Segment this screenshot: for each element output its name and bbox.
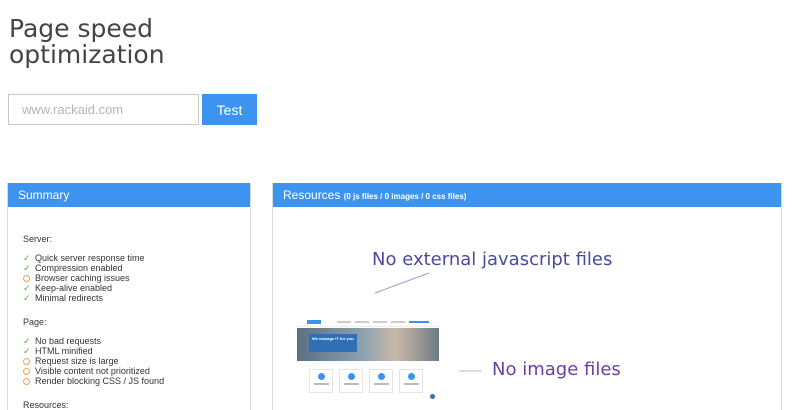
summary-panel: Summary Server: ✓ Quick server response t… [7, 183, 251, 410]
check-icon: ✓ [23, 346, 31, 356]
check-item: Browser caching issues [23, 273, 250, 283]
server-check-list: ✓ Quick server response time ✓ Compression… [23, 253, 250, 303]
check-item-label: Render blocking CSS / JS found [35, 376, 165, 386]
check-item-label: Minimal redirects [35, 293, 104, 303]
check-item: Request size is large [23, 356, 250, 366]
check-item-label: HTML minified [35, 346, 93, 356]
resources-header-title: Resources [283, 188, 341, 202]
chat-bubble-icon [430, 394, 435, 399]
resources-counts: (0 js files / 0 images / 0 css files) [343, 192, 467, 201]
page-check-list: ✓ No bad requests ✓ HTML minified Request … [23, 336, 250, 386]
check-icon: ✓ [23, 336, 31, 346]
check-icon: ✓ [23, 253, 31, 263]
resources-header: Resources (0 js files / 0 images / 0 css… [273, 183, 781, 207]
page-title-line1: Page speed [9, 14, 153, 43]
website-thumbnail: We manage IT for you. [297, 317, 439, 407]
resources-panel: Resources (0 js files / 0 images / 0 css… [272, 183, 782, 410]
warning-circle-icon [23, 273, 35, 283]
check-item-label: Keep-alive enabled [35, 283, 113, 293]
js-note: No external javascript files [372, 249, 613, 270]
summary-body: Server: ✓ Quick server response time ✓ Com… [8, 207, 250, 410]
resources-section-title: Resources: [23, 400, 69, 410]
check-item-label: Compression enabled [35, 263, 123, 273]
warning-circle-icon [23, 376, 35, 386]
check-item: ✓ No bad requests [23, 336, 250, 346]
summary-header: Summary [8, 183, 250, 207]
thumbnail-nav-item [391, 321, 405, 323]
check-item: ✓ Keep-alive enabled [23, 283, 250, 293]
resources-body: No external javascript files We manage I… [273, 207, 781, 410]
check-item: ✓ Minimal redirects [23, 293, 250, 303]
check-item-label: Visible content not prioritized [35, 366, 150, 376]
check-item: ✓ HTML minified [23, 346, 250, 356]
page-title-line2: optimization [9, 40, 165, 69]
test-button[interactable]: Test [202, 94, 257, 125]
check-icon: ✓ [23, 263, 31, 273]
thumbnail-card [309, 369, 333, 393]
check-item: ✓ Quick server response time [23, 253, 250, 263]
thumbnail-card [339, 369, 363, 393]
check-item: Visible content not prioritized [23, 366, 250, 376]
check-item-label: Browser caching issues [35, 273, 130, 283]
image-pointer-line [459, 370, 482, 372]
check-item: ✓ Compression enabled [23, 263, 250, 273]
page-title: Page speed optimization [9, 16, 165, 68]
thumbnail-nav-cta [409, 321, 429, 323]
js-pointer-line [374, 272, 430, 294]
thumbnail-card [399, 369, 423, 393]
check-item-label: No bad requests [35, 336, 102, 346]
check-item-label: Quick server response time [35, 253, 145, 263]
warning-circle-icon [23, 366, 35, 376]
thumbnail-nav-item [337, 321, 351, 323]
thumbnail-logo [307, 320, 321, 324]
check-icon: ✓ [23, 283, 31, 293]
thumbnail-card [369, 369, 393, 393]
check-item-label: Request size is large [35, 356, 119, 366]
check-item: Render blocking CSS / JS found [23, 376, 250, 386]
thumbnail-hero-text: We manage IT for you. [312, 336, 355, 341]
check-icon: ✓ [23, 293, 31, 303]
thumbnail-nav-item [373, 321, 387, 323]
url-input[interactable] [8, 94, 199, 125]
thumbnail-nav-item [355, 321, 369, 323]
page-section-title: Page: [23, 317, 47, 327]
image-note: No image files [492, 359, 621, 380]
server-section-title: Server: [23, 234, 53, 244]
warning-circle-icon [23, 356, 35, 366]
